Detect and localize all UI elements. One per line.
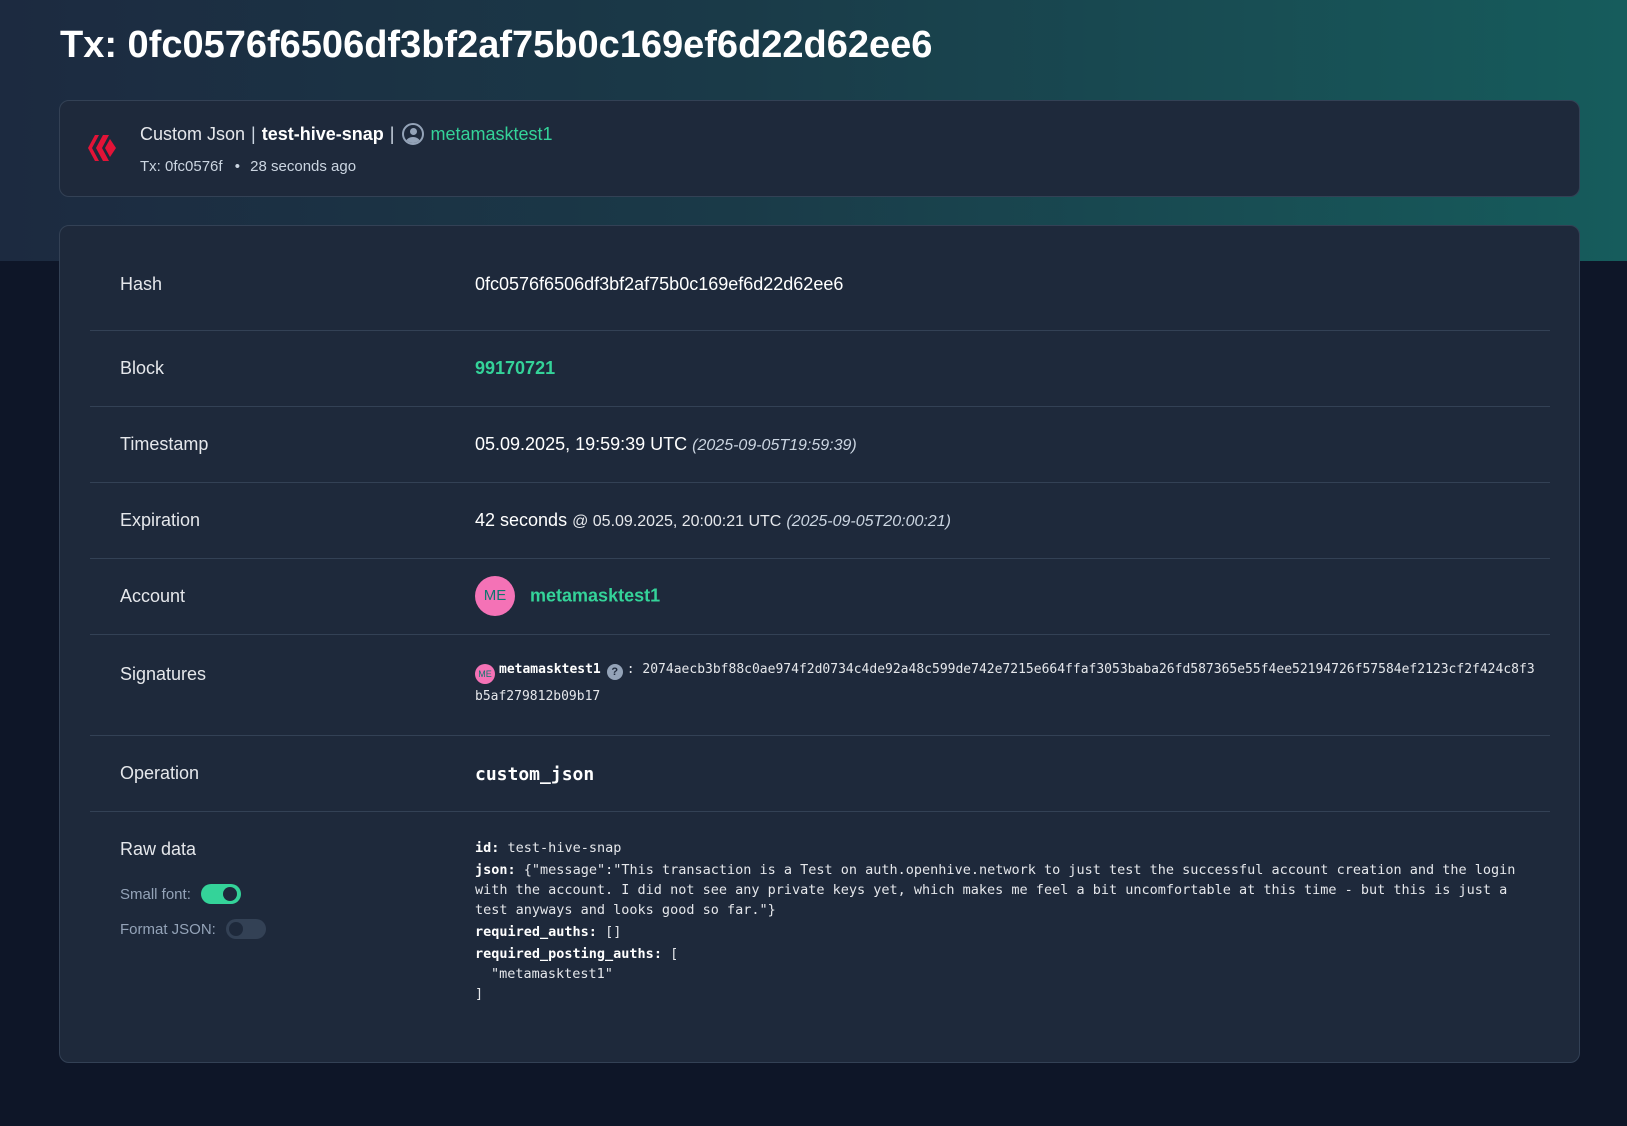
raw-id-line: id: test-hive-snap: [475, 840, 622, 856]
row-raw-data: Raw data Small font: Format JSON: id: te…: [90, 812, 1550, 1062]
page: Tx: 0fc0576f6506df3bf2af75b0c169ef6d22d6…: [0, 0, 1627, 1126]
expiration-value: 42 seconds @ 05.09.2025, 20:00:21 UTC (2…: [475, 510, 951, 531]
toggle-knob: [222, 887, 237, 901]
toggle-knob: [228, 922, 243, 936]
row-signatures: Signatures ME metamasktest1?: 2074aecb3bf…: [90, 635, 1550, 736]
raw-required-auths-line: required_auths: []: [475, 924, 622, 940]
raw-value: "metamasktest1": [491, 966, 613, 982]
user-icon: [402, 123, 425, 145]
transaction-summary-card: Custom Json | test-hive-snap | metamaskt…: [59, 100, 1580, 197]
hash-value: 0fc0576f6506df3bf2af75b0c169ef6d22d62ee6: [475, 274, 844, 294]
app-id: test-hive-snap: [261, 123, 384, 144]
row-timestamp: Timestamp 05.09.2025, 19:59:39 UTC (2025…: [90, 407, 1550, 483]
raw-value: {"message":"This transaction is a Test o…: [475, 862, 1524, 918]
signatures-label: Signatures: [120, 664, 207, 684]
raw-key: required_auths: [475, 924, 589, 940]
hash-label: Hash: [120, 274, 163, 294]
raw-key: id: [475, 840, 492, 856]
tx-short-id: Tx: 0fc0576f: [140, 158, 223, 175]
signer-name[interactable]: metamasktest1: [499, 662, 601, 677]
format-json-toggle-row: Format JSON:: [120, 919, 266, 939]
row-hash: Hash 0fc0576f6506df3bf2af75b0c169ef6d22d…: [90, 226, 1550, 331]
timestamp-value: 05.09.2025, 19:59:39 UTC (2025-09-05T19:…: [475, 434, 857, 455]
account-value: ME metamasktest1: [475, 576, 660, 616]
raw-required-posting-auths-line: required_posting_auths: [: [475, 946, 679, 962]
operation-value: custom_json: [475, 764, 595, 785]
block-link[interactable]: 99170721: [475, 358, 555, 379]
small-font-label: Small font:: [120, 885, 191, 903]
raw-value: test-hive-snap: [507, 840, 622, 856]
expiration-iso: (2025-09-05T20:00:21): [786, 513, 951, 530]
format-json-label: Format JSON:: [120, 920, 216, 938]
separator: |: [251, 123, 256, 144]
account-link[interactable]: metamasktest1: [530, 586, 660, 606]
timestamp-iso: (2025-09-05T19:59:39): [692, 437, 857, 454]
timestamp-label: Timestamp: [120, 434, 209, 454]
summary-account-link[interactable]: metamasktest1: [430, 124, 552, 145]
operation-label: Operation: [120, 763, 200, 783]
raw-data-block: id: test-hive-snap json: {"message":"This…: [475, 838, 1545, 1004]
expiration-label: Expiration: [120, 510, 201, 530]
row-account: Account ME metamasktest1: [90, 559, 1550, 635]
timestamp-formatted: 05.09.2025, 19:59:39 UTC: [475, 434, 688, 454]
expiration-at: @ 05.09.2025, 20:00:21 UTC: [572, 513, 782, 530]
raw-json-line: json: {"message":"This transaction is a …: [475, 862, 1524, 918]
account-label: Account: [120, 586, 186, 606]
raw-data-label: Raw data: [120, 839, 197, 859]
small-font-toggle-row: Small font:: [120, 884, 241, 904]
raw-posting-auth-close: ]: [475, 984, 1545, 1004]
raw-key: json: [475, 862, 508, 878]
format-json-toggle[interactable]: [225, 919, 266, 939]
signature-entry: ME metamasktest1?: 2074aecb3bf88c0ae974f2…: [475, 657, 1535, 709]
raw-value: []: [605, 924, 622, 940]
raw-posting-auth-item: "metamasktest1": [475, 964, 1545, 984]
row-block: Block 99170721: [90, 331, 1550, 407]
raw-key: required_posting_auths: [475, 946, 654, 962]
dot-separator: •: [234, 158, 240, 175]
help-icon[interactable]: ?: [606, 664, 623, 680]
block-label: Block: [120, 358, 165, 378]
signature-colon: :: [626, 662, 635, 677]
row-expiration: Expiration 42 seconds @ 05.09.2025, 20:0…: [90, 483, 1550, 559]
small-font-toggle[interactable]: [200, 884, 241, 904]
row-operation: Operation custom_json: [90, 736, 1550, 812]
expiration-relative: 42 seconds: [475, 510, 568, 530]
operation-type: Custom Json: [140, 123, 246, 144]
avatar: ME: [475, 664, 495, 684]
hive-logo-icon: [88, 135, 116, 161]
separator: |: [389, 123, 395, 144]
page-title: Tx: 0fc0576f6506df3bf2af75b0c169ef6d22d6…: [60, 24, 933, 66]
tx-age: 28 seconds ago: [250, 158, 357, 175]
transaction-details-card: Hash 0fc0576f6506df3bf2af75b0c169ef6d22d…: [59, 225, 1580, 1063]
summary-meta-line: Tx: 0fc0576f • 28 seconds ago: [140, 158, 356, 175]
avatar[interactable]: ME: [475, 576, 515, 616]
raw-value: ]: [475, 986, 484, 1002]
raw-value: [: [670, 946, 679, 962]
summary-title-line: Custom Json | test-hive-snap | metamaskt…: [140, 123, 553, 145]
